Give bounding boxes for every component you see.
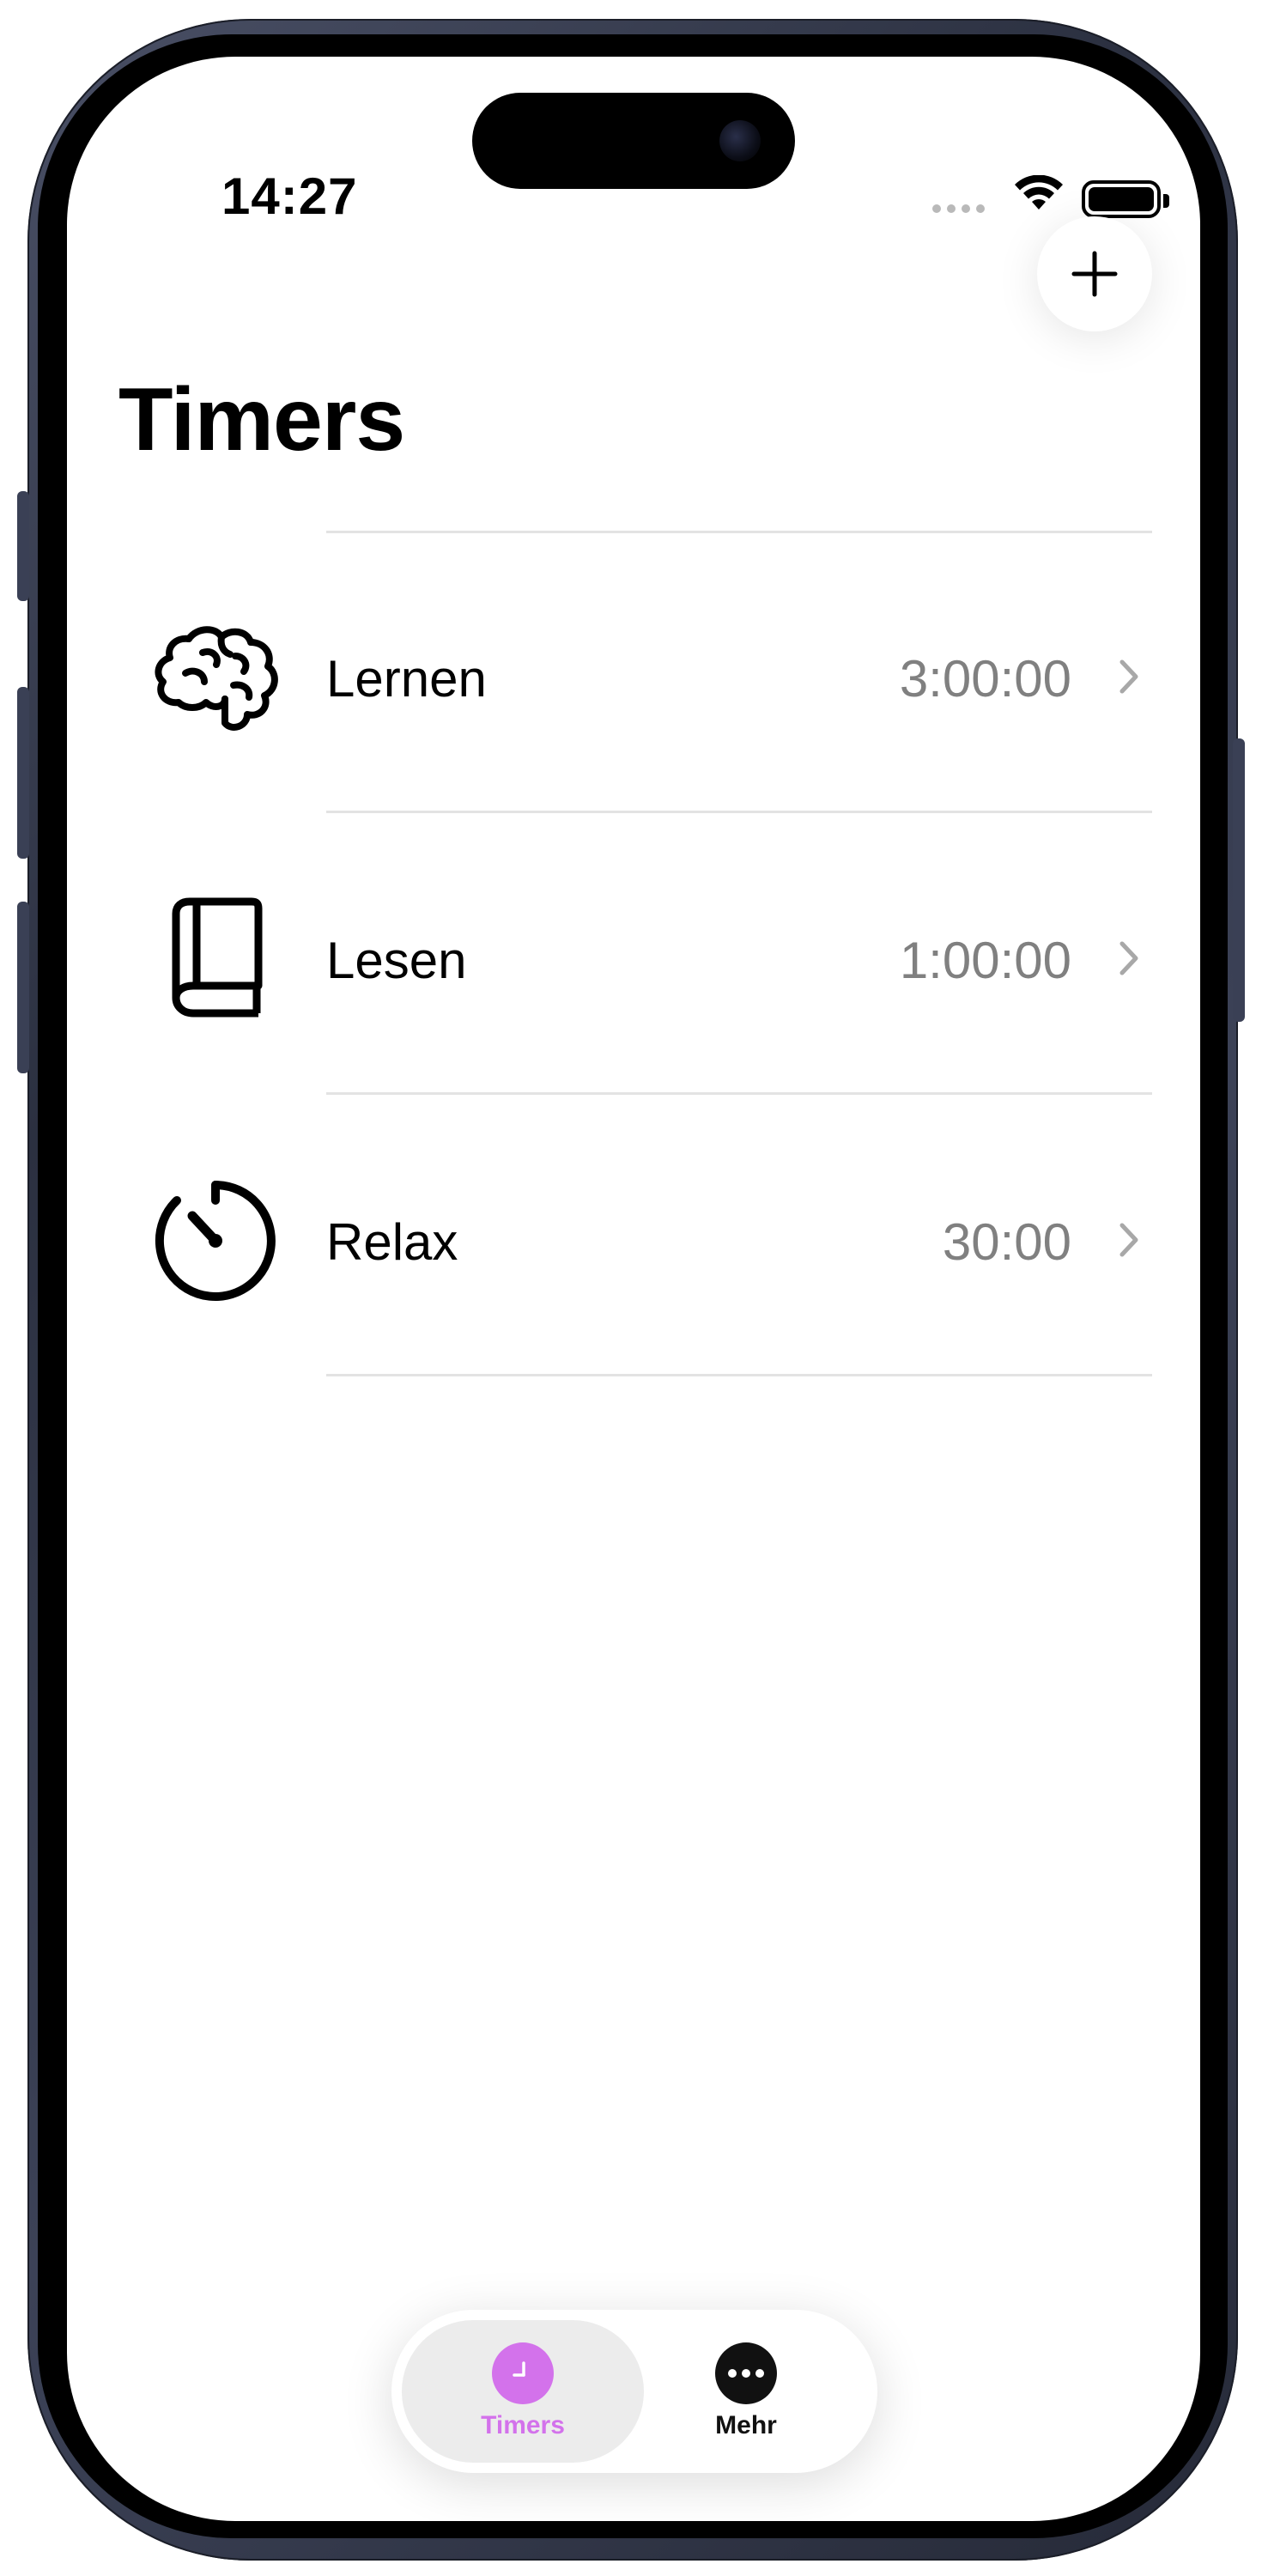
camera-icon bbox=[719, 120, 761, 161]
timer-list: Lernen 3:00:00 Lesen 1:00:00 Relax 30:00 bbox=[67, 531, 1200, 1376]
battery-icon bbox=[1082, 180, 1169, 218]
timer-duration: 30:00 bbox=[942, 1213, 1071, 1271]
timer-row-relax[interactable]: Relax 30:00 bbox=[67, 1094, 1200, 1376]
volume-down-button bbox=[17, 902, 29, 1073]
status-indicators bbox=[871, 165, 1169, 218]
timer-name: Relax bbox=[326, 1213, 458, 1271]
chevron-right-icon bbox=[1119, 659, 1138, 694]
timer-name: Lesen bbox=[326, 932, 467, 989]
add-timer-button[interactable] bbox=[1037, 216, 1152, 331]
brain-icon bbox=[155, 626, 278, 731]
cellular-signal-icon bbox=[932, 204, 985, 213]
list-divider bbox=[326, 1374, 1152, 1376]
action-button bbox=[17, 491, 29, 601]
timer-row-lesen[interactable]: Lesen 1:00:00 bbox=[67, 812, 1200, 1094]
chevron-right-icon bbox=[1119, 1223, 1138, 1257]
dynamic-island bbox=[472, 93, 795, 189]
wifi-icon bbox=[1015, 175, 1063, 210]
chevron-right-icon bbox=[1119, 941, 1138, 975]
timer-row-lernen[interactable]: Lernen 3:00:00 bbox=[67, 531, 1200, 812]
tab-label: Mehr bbox=[715, 2411, 777, 2439]
page-title: Timers bbox=[118, 370, 405, 470]
timer-name: Lernen bbox=[326, 650, 487, 708]
tab-mehr[interactable]: Mehr bbox=[625, 2320, 867, 2463]
plus-icon bbox=[1071, 251, 1118, 297]
tab-timers[interactable]: Timers bbox=[402, 2320, 644, 2463]
timer-icon bbox=[155, 1181, 276, 1301]
timer-duration: 1:00:00 bbox=[899, 932, 1071, 989]
clock-icon bbox=[492, 2342, 554, 2404]
timer-duration: 3:00:00 bbox=[899, 650, 1071, 708]
phone-screen: 14:27 Timers Lernen 3:00:00 Lesen 1:00:0… bbox=[67, 57, 1200, 2521]
power-button bbox=[1233, 738, 1245, 1022]
tab-bar: Timers Mehr bbox=[391, 2310, 877, 2473]
status-time: 14:27 bbox=[221, 167, 358, 225]
ellipsis-icon bbox=[715, 2342, 777, 2404]
book-icon bbox=[172, 897, 263, 1018]
volume-up-button bbox=[17, 687, 29, 859]
tab-label: Timers bbox=[481, 2411, 565, 2439]
